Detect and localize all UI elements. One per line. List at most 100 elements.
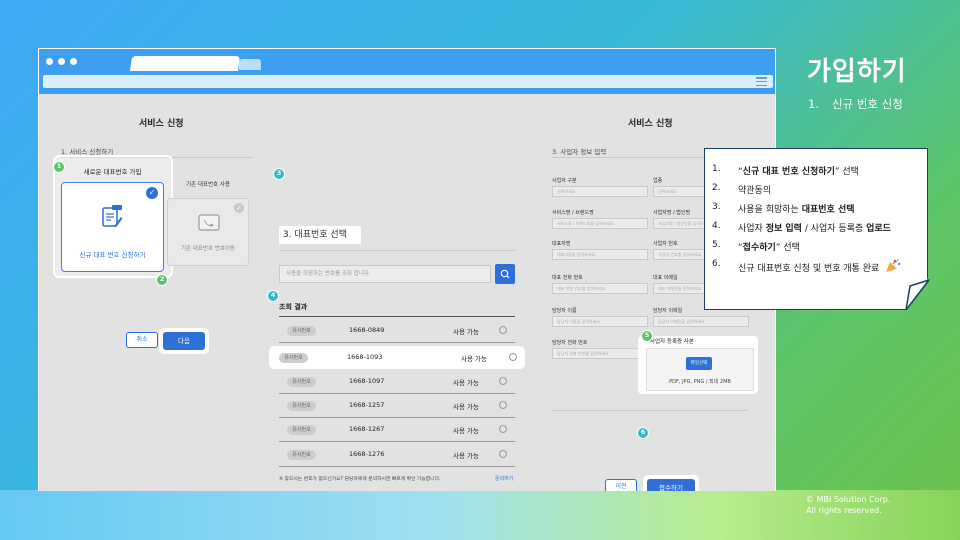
rep-phone-input[interactable]: 대표 전화 번호를 입력하세요.	[552, 283, 648, 294]
window-dot[interactable]	[46, 58, 53, 65]
phone-icon	[198, 214, 220, 231]
phone-number: 1668-1276	[349, 450, 385, 458]
similar-number-badge: 유사번호	[279, 353, 308, 363]
field-label: 사업자명 / 법인명	[653, 210, 691, 216]
old-card-label: 기존 대표번호 번호이동	[180, 246, 236, 252]
browser-chrome	[39, 49, 775, 94]
steps-list: 1. “신규 대표 번호 신청하기” 선택 2. 약관동의 3. 사용을 희망하는 대…	[708, 164, 901, 278]
manager-phone-input[interactable]: 담당자 전화 번호를 입력하세요.	[552, 348, 648, 359]
table-row-selected[interactable]: 유사번호 1668-1093 사용 가능	[271, 346, 525, 370]
window-controls	[46, 58, 77, 65]
table-row[interactable]: 유사번호 1668-1267 사용 가능	[279, 418, 515, 442]
upload-label: 사업자 등록증 사본	[650, 339, 694, 345]
step-marker-5: 5	[641, 330, 653, 342]
footnote: ※ 찾으시는 번호가 없으신가요? 담당자에게 문의하시면 빠르게 확인 가능합…	[279, 477, 441, 482]
party-popper-icon	[886, 259, 901, 272]
browser-window: 서비스 신청 1. 서비스 신청하기 새로운 대표번호 가입 ✓ 신규 대표 번…	[38, 48, 776, 491]
field-label: 담당자 이메일	[653, 308, 683, 314]
availability-status: 사용 가능	[453, 379, 479, 387]
page-viewport: 서비스 신청 1. 서비스 신청하기 새로운 대표번호 가입 ✓ 신규 대표 번…	[39, 94, 775, 491]
manager-email-input[interactable]: 담당자 이메일을 입력하세요.	[653, 316, 749, 327]
cancel-button[interactable]: 취소	[126, 332, 158, 348]
field-label: 서비스명 / 브랜드명	[552, 210, 594, 216]
row-radio[interactable]	[499, 401, 507, 409]
ceo-input[interactable]: 대표자명을 입력하세요.	[552, 249, 648, 260]
row-radio[interactable]	[499, 425, 507, 433]
step-marker-2: 2	[156, 274, 168, 286]
browser-tab-inactive[interactable]	[239, 59, 261, 70]
address-bar[interactable]	[43, 75, 773, 88]
similar-number-badge: 유사번호	[287, 377, 316, 387]
prev-button[interactable]: 이전	[605, 479, 637, 491]
next-button[interactable]: 다음	[163, 332, 205, 350]
row-radio[interactable]	[499, 326, 507, 334]
availability-status: 사용 가능	[461, 355, 487, 363]
table-row[interactable]: 유사번호 1668-1276 사용 가능	[279, 443, 515, 467]
similar-number-badge: 유사번호	[287, 326, 316, 336]
similar-number-badge: 유사번호	[287, 450, 316, 460]
number-search-input[interactable]: 사용을 희망하는 번호를 조회 합니다.	[279, 265, 491, 283]
left-page-title: 서비스 신청	[139, 119, 184, 129]
availability-status: 사용 가능	[453, 427, 479, 435]
file-select-button[interactable]: 파일선택	[686, 357, 712, 370]
document-edit-icon	[102, 205, 123, 227]
new-number-card[interactable]: ✓ 신규 대표 번호 신청하기	[61, 182, 164, 272]
similar-number-badge: 유사번호	[287, 401, 316, 411]
field-label: 대표자명	[552, 241, 571, 247]
window-dot[interactable]	[70, 58, 77, 65]
new-card-label: 신규 대표 번호 신청하기	[79, 251, 146, 259]
upload-hint: PDF, JPG, PNG / 최대 2MB	[669, 379, 731, 385]
step-item: 1. “신규 대표 번호 신청하기” 선택	[712, 164, 859, 177]
phone-number: 1668-1097	[349, 377, 385, 385]
field-label: 대표 이메일	[653, 275, 678, 281]
table-row[interactable]: 유사번호 1668-0849 사용 가능	[279, 319, 515, 343]
field-label: 업종	[653, 178, 663, 184]
page-fold-icon	[905, 279, 930, 310]
table-row[interactable]: 유사번호 1668-1097 사용 가능	[279, 370, 515, 394]
field-label: 대표 전화 번호	[552, 275, 583, 281]
hamburger-menu-icon[interactable]	[756, 77, 767, 86]
phone-number: 1668-0849	[349, 326, 385, 334]
divider	[552, 410, 748, 411]
search-icon	[500, 269, 510, 279]
table-row[interactable]: 유사번호 1668-1257 사용 가능	[279, 394, 515, 418]
step-item: 6. 신규 대표번호 신청 및 번호 개통 완료	[708, 259, 901, 278]
selected-check-icon: ✓	[146, 187, 158, 199]
browser-tab-active[interactable]	[129, 56, 241, 71]
field-label: 사업자 번호	[653, 241, 678, 247]
phone-number: 1668-1093	[347, 353, 383, 361]
right-page-title: 서비스 신청	[628, 119, 673, 129]
window-dot[interactable]	[58, 58, 65, 65]
unselected-check-icon: ✓	[234, 203, 244, 213]
manager-input[interactable]: 담당자 이름을 입력하세요.	[552, 316, 648, 327]
inquiry-link[interactable]: 문의하기	[495, 475, 513, 482]
submit-button-highlight: 접수하기	[643, 475, 699, 491]
availability-status: 사용 가능	[453, 328, 479, 336]
step-marker-3: 3	[273, 168, 285, 180]
slide-subtitle: 1. 신규 번호 신청	[808, 97, 903, 111]
results-label: 조회 결과	[279, 303, 308, 311]
row-radio[interactable]	[499, 450, 507, 458]
divider	[279, 316, 515, 317]
step-marker-6: 6	[637, 427, 649, 439]
brand-input[interactable]: 서비스명 / 브랜드명을 입력하세요.	[552, 218, 648, 229]
biz-type-select[interactable]: 선택하세요	[552, 186, 648, 197]
availability-status: 사용 가능	[453, 403, 479, 411]
slide-title: 가입하기	[807, 57, 907, 87]
phone-number: 1668-1267	[349, 425, 385, 433]
search-button[interactable]	[495, 264, 515, 284]
field-label: 담당자 전화 번호	[552, 340, 588, 346]
next-button-highlight: 다음	[159, 328, 209, 354]
submit-button[interactable]: 접수하기	[647, 479, 695, 491]
field-label: 사업자 구분	[552, 178, 577, 184]
row-radio[interactable]	[509, 353, 517, 361]
step-item: 3. 사용을 희망하는 대표번호 선택	[712, 202, 855, 215]
phone-number: 1668-1257	[349, 401, 385, 409]
step-marker-1: 1	[53, 161, 65, 173]
right-section-label: 3. 사업자 정보 입력	[552, 148, 607, 156]
port-number-card[interactable]: ✓ 기존 대표번호 번호이동	[167, 198, 249, 266]
step-marker-4: 4	[267, 290, 279, 302]
row-radio[interactable]	[499, 377, 507, 385]
new-card-title: 새로운 대표번호 가입	[83, 168, 142, 176]
step-item: 4. 사업자 정보 입력 / 사업자 등록증 업로드	[712, 221, 891, 234]
